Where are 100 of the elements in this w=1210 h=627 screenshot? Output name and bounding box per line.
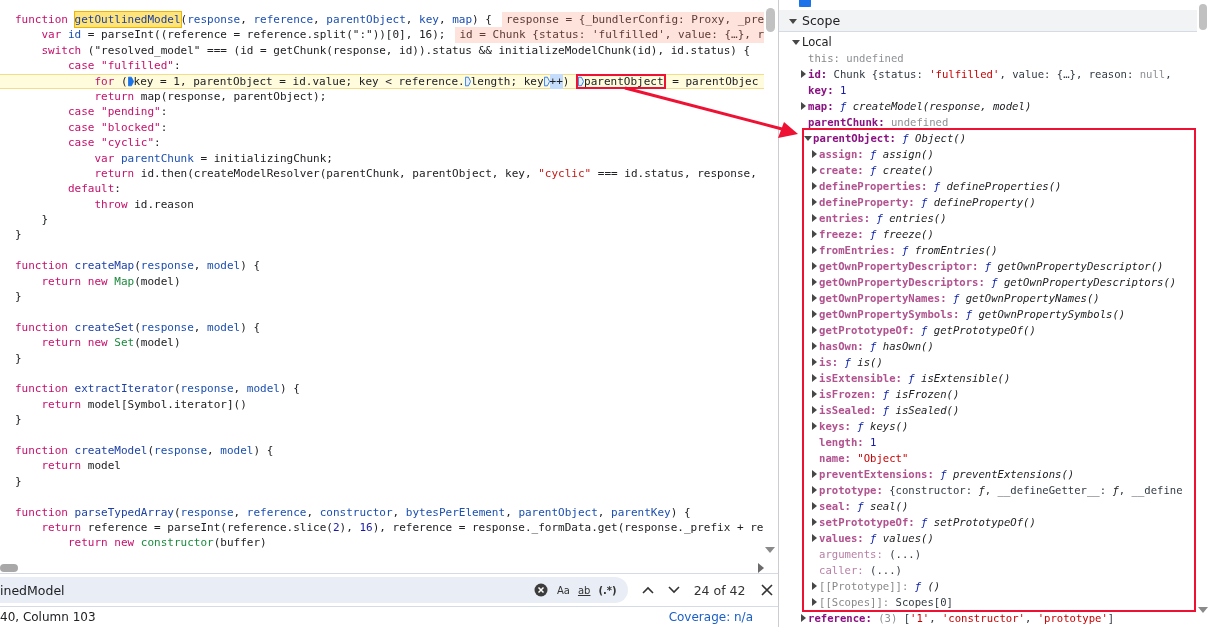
coverage-link[interactable]: Coverage: n/a — [668, 610, 753, 624]
property-entry[interactable]: id: Chunk {status: 'fulfilled', value: {…}, reason: null, — [808, 68, 1172, 80]
triangle-down-icon[interactable] — [789, 16, 797, 25]
triangle-right-icon[interactable] — [810, 486, 818, 494]
code-line: return model[Symbol.iterator]() — [40, 396, 248, 413]
code-line: return model — [40, 458, 122, 474]
code-text: for ( — [93, 73, 128, 89]
chevron-up-icon[interactable] — [641, 586, 654, 594]
close-icon[interactable] — [761, 584, 774, 596]
scroll-down-icon[interactable] — [765, 547, 775, 553]
property-entry[interactable]: fromEntries: ƒ fromEntries() — [819, 244, 998, 256]
section-title[interactable]: Scope — [802, 13, 841, 28]
property-entry[interactable]: getOwnPropertyDescriptors: ƒ getOwnPropertyDescriptors() — [819, 276, 1177, 288]
code-line: } — [14, 227, 23, 243]
property-entry[interactable]: reference: (3) ['1', 'constructor', 'prototype'] — [808, 612, 1115, 624]
code-text: ) — [562, 73, 571, 89]
triangle-right-icon[interactable] — [810, 246, 818, 254]
triangle-right-icon[interactable] — [799, 614, 807, 622]
property-entry[interactable]: prototype: {constructor: ƒ, __defineGetter__: ƒ, __define — [819, 484, 1183, 496]
scrollbar-thumb[interactable] — [1199, 4, 1207, 30]
scrollbar-thumb[interactable] — [766, 8, 775, 32]
triangle-right-icon[interactable] — [810, 278, 818, 286]
triangle-right-icon[interactable] — [810, 182, 818, 190]
scrollbar-thumb[interactable] — [0, 564, 18, 572]
property-entry[interactable]: keys: ƒ keys() — [819, 420, 909, 432]
scroll-right-icon[interactable] — [758, 563, 764, 573]
property-entry[interactable]: freeze: ƒ freeze() — [819, 228, 934, 240]
code-line: throw id.reason — [93, 196, 195, 213]
property-entry[interactable]: hasOwn: ƒ hasOwn() — [819, 340, 934, 352]
property-entry[interactable]: defineProperty: ƒ defineProperty() — [819, 196, 1036, 208]
breakpoint-marker-icon[interactable] — [127, 75, 134, 87]
triangle-right-icon[interactable] — [810, 166, 818, 174]
triangle-right-icon[interactable] — [810, 294, 818, 302]
triangle-right-icon[interactable] — [810, 358, 818, 366]
triangle-right-icon[interactable] — [810, 518, 818, 526]
property-entry[interactable]: defineProperties: ƒ defineProperties() — [819, 180, 1062, 192]
clear-icon[interactable] — [534, 583, 548, 597]
chevron-down-icon[interactable] — [667, 586, 680, 594]
triangle-right-icon[interactable] — [810, 374, 818, 382]
property-entry[interactable]: isExtensible: ƒ isExtensible() — [819, 372, 1011, 384]
search-option-toggle[interactable]: Aa — [554, 583, 573, 597]
property-entry[interactable]: arguments: (...) — [819, 548, 922, 560]
code-line: case "fulfilled": — [66, 58, 182, 74]
triangle-down-icon[interactable] — [792, 38, 800, 46]
triangle-right-icon[interactable] — [799, 102, 807, 110]
triangle-right-icon[interactable] — [810, 598, 818, 606]
code-line: function createModel(response, model) { — [14, 442, 275, 459]
triangle-right-icon[interactable] — [810, 150, 818, 158]
property-entry[interactable]: map: ƒ createModel(response, model) — [808, 100, 1032, 112]
property-entry[interactable]: assign: ƒ assign() — [819, 148, 934, 160]
match-count: 24 of 42 — [693, 582, 746, 598]
triangle-right-icon[interactable] — [810, 230, 818, 238]
triangle-down-icon[interactable] — [804, 134, 812, 142]
code-line: } — [14, 473, 23, 490]
triangle-right-icon[interactable] — [810, 214, 818, 222]
property-entry[interactable]: caller: (...) — [819, 564, 902, 576]
code-line: return new Map(model) — [40, 273, 182, 290]
property-entry[interactable]: [[Scopes]]: Scopes[0] — [819, 596, 953, 608]
property-entry[interactable]: key: 1 — [808, 84, 847, 96]
property-entry[interactable]: parentChunk: undefined — [808, 116, 949, 128]
property-entry[interactable]: name: "Object" — [819, 452, 909, 464]
triangle-right-icon[interactable] — [810, 326, 818, 334]
scope-group-label[interactable]: Local — [802, 35, 832, 49]
property-entry[interactable]: [[Prototype]]: ƒ () — [819, 580, 941, 592]
property-entry[interactable]: isFrozen: ƒ isFrozen() — [819, 388, 960, 400]
property-entry[interactable]: values: ƒ values() — [819, 532, 934, 544]
highlighted-code: ++ — [549, 73, 563, 89]
property-entry[interactable]: getPrototypeOf: ƒ getPrototypeOf() — [819, 324, 1036, 336]
triangle-right-icon[interactable] — [810, 406, 818, 414]
property-entry[interactable]: length: 1 — [819, 436, 877, 448]
triangle-right-icon[interactable] — [810, 470, 818, 478]
property-entry[interactable]: setPrototypeOf: ƒ setPrototypeOf() — [819, 516, 1036, 528]
code-line: return reference = parseInt(reference.slice(2), 16), reference = response._formData.get(response._prefix + re — [40, 519, 764, 536]
code-text: parentObject — [584, 73, 664, 89]
property-entry[interactable]: this: undefined — [808, 52, 904, 64]
triangle-right-icon[interactable] — [810, 342, 818, 350]
property-entry[interactable]: isSealed: ƒ isSealed() — [819, 404, 960, 416]
property-entry[interactable]: getOwnPropertyDescriptor: ƒ getOwnPropertyDescriptor() — [819, 260, 1164, 272]
property-entry[interactable]: getOwnPropertyNames: ƒ getOwnPropertyNames() — [819, 292, 1100, 304]
triangle-right-icon[interactable] — [810, 534, 818, 542]
triangle-right-icon[interactable] — [810, 262, 818, 270]
triangle-right-icon[interactable] — [810, 422, 818, 430]
property-entry[interactable]: entries: ƒ entries() — [819, 212, 947, 224]
property-entry[interactable]: seal: ƒ seal() — [819, 500, 909, 512]
search-field[interactable]: inedModel — [0, 577, 520, 603]
scroll-down-icon[interactable] — [1198, 607, 1208, 613]
triangle-right-icon[interactable] — [810, 310, 818, 318]
property-entry[interactable]: preventExtensions: ƒ preventExtensions() — [819, 468, 1075, 480]
triangle-right-icon[interactable] — [810, 198, 818, 206]
triangle-right-icon[interactable] — [810, 390, 818, 398]
search-option-toggle[interactable]: (.*) — [595, 583, 620, 597]
triangle-right-icon[interactable] — [799, 70, 807, 78]
triangle-right-icon[interactable] — [810, 502, 818, 510]
property-entry[interactable]: getOwnPropertySymbols: ƒ getOwnPropertySymbols() — [819, 308, 1126, 320]
search-option-toggle[interactable]: ab — [574, 583, 594, 597]
section-header[interactable]: Scope — [779, 10, 1197, 32]
property-entry[interactable]: create: ƒ create() — [819, 164, 934, 176]
property-entry[interactable]: parentObject: ƒ Object() — [813, 132, 967, 144]
triangle-right-icon[interactable] — [810, 582, 818, 590]
property-entry[interactable]: is: ƒ is() — [819, 356, 883, 368]
